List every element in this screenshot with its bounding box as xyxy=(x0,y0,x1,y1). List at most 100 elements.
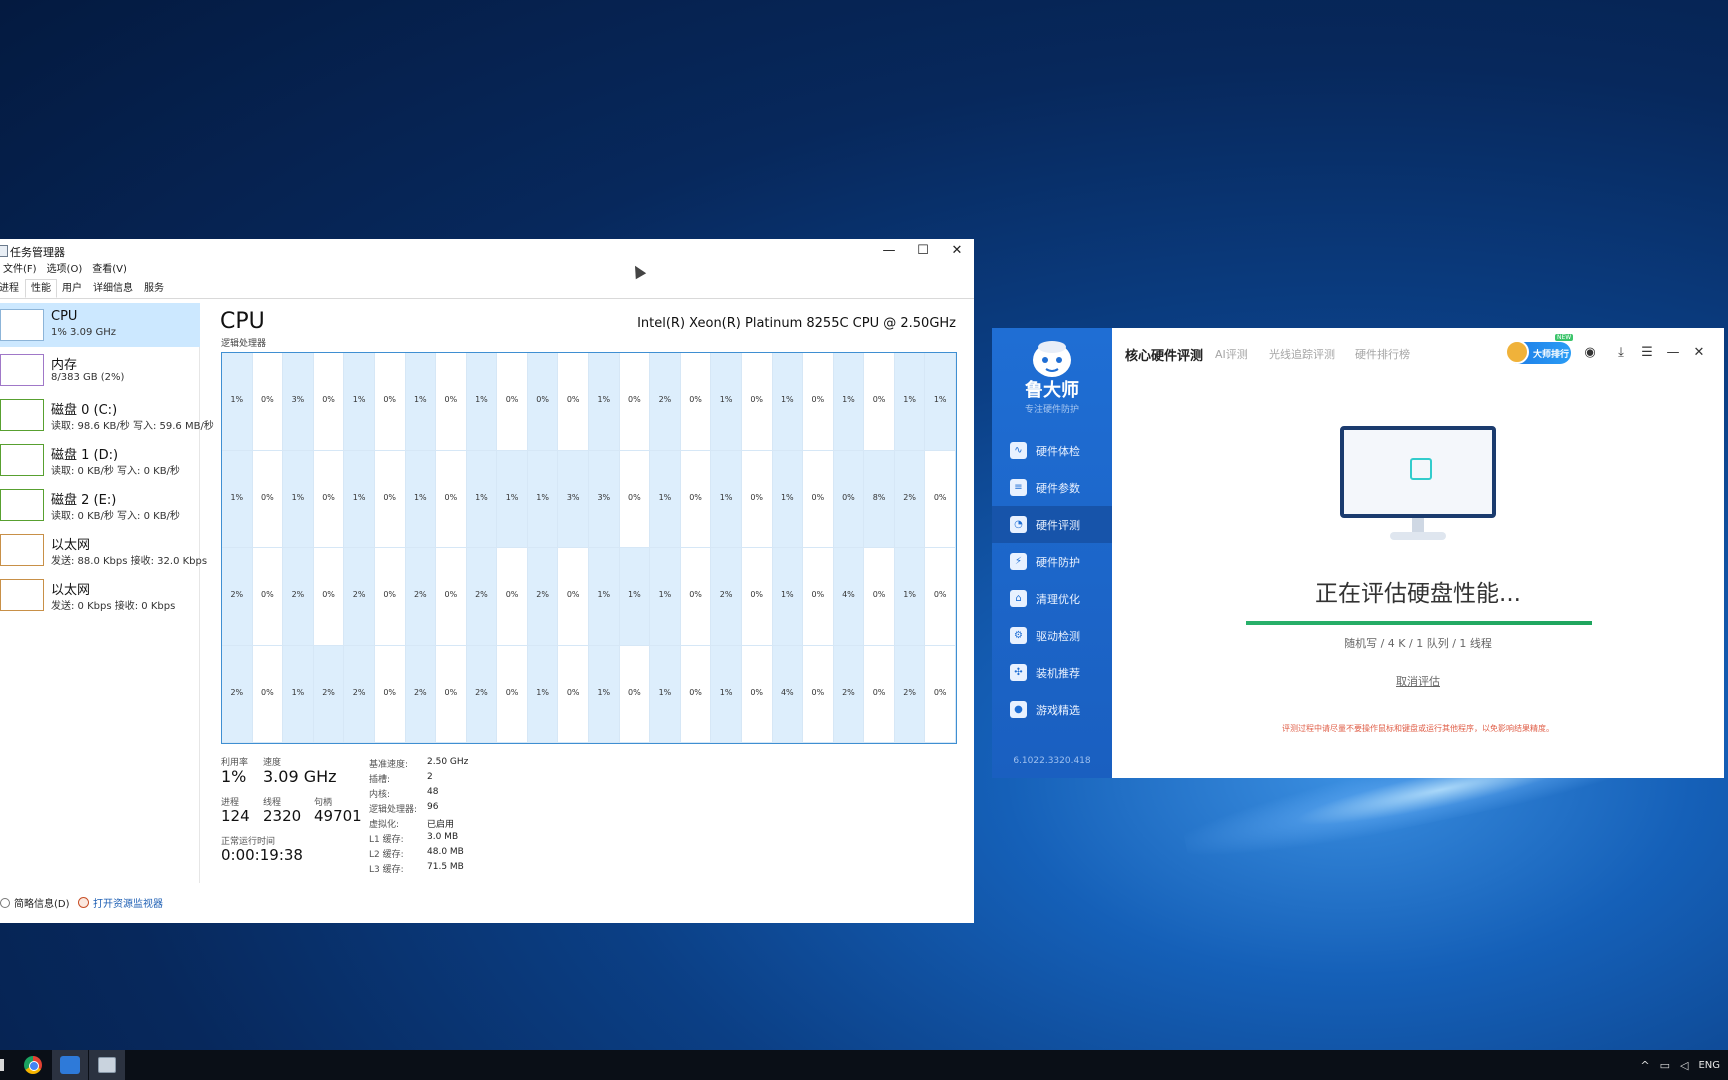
nav-cleanup[interactable]: ⌂ 清理优化 xyxy=(992,580,1112,617)
minimize-icon[interactable]: — xyxy=(1664,344,1682,362)
tab-raytracing-benchmark[interactable]: 光线追踪评测 xyxy=(1269,346,1335,362)
monitor-stand xyxy=(1412,518,1424,532)
processor-usage: 1% xyxy=(475,395,488,405)
sidebar-item-sub: 读取: 0 KB/秒 写入: 0 KB/秒 xyxy=(51,511,180,522)
menu-view[interactable]: 查看(V) xyxy=(87,261,132,279)
download-icon[interactable]: ⤓ xyxy=(1612,344,1630,362)
fan-icon: ✣ xyxy=(1010,664,1027,681)
processor-usage: 0% xyxy=(842,492,855,502)
sidebar-item-ethernet-2[interactable]: 以太网 发送: 0 Kbps 接收: 0 Kbps xyxy=(0,573,200,617)
tab-services[interactable]: 服务 xyxy=(139,279,170,298)
nav-hardware-protection[interactable]: ⚡ 硬件防护 xyxy=(992,543,1112,580)
processor-usage: 2% xyxy=(719,590,733,600)
tab-users[interactable]: 用户 xyxy=(57,279,88,298)
processor-usage: 1% xyxy=(352,395,366,405)
processor-usage: 1% xyxy=(597,687,611,697)
logical-processor-cell: 1% xyxy=(650,645,681,743)
task-manager-window[interactable]: 任务管理器 — ☐ ✕ 文件(F) 选项(O) 查看(V) 进程 性能 用户 详… xyxy=(0,239,974,923)
logical-processor-cell: 2% xyxy=(527,548,559,646)
sidebar-item-cpu[interactable]: CPU 1% 3.09 GHz xyxy=(0,303,200,347)
resource-monitor-label: 打开资源监视器 xyxy=(93,899,163,910)
uptime-value: 0:00:19:38 xyxy=(221,846,303,864)
fewer-details-button[interactable]: 简略信息(D) xyxy=(0,895,70,910)
master-ranking-badge[interactable]: 大师排行 NEW xyxy=(1505,334,1574,364)
logical-processor-cell: 0% xyxy=(252,548,284,646)
sidebar-item-disk-0[interactable]: 磁盘 0 (C:) 读取: 98.6 KB/秒 写入: 59.6 MB/秒 xyxy=(0,393,214,437)
logical-processor-cell: 1% xyxy=(527,645,559,743)
ludashi-top-bar: 核心硬件评测 AI评测 光线追踪评测 硬件排行榜 大师排行 NEW ◉ ⤓ ☰ … xyxy=(1112,328,1724,382)
logical-processor-cell: 1% xyxy=(222,353,253,451)
logical-processor-cell: 0% xyxy=(741,645,773,743)
tab-performance[interactable]: 性能 xyxy=(25,279,57,298)
sidebar-item-sub: 发送: 88.0 Kbps 接收: 32.0 Kbps xyxy=(51,556,208,567)
input-language[interactable]: ENG xyxy=(1698,1060,1720,1071)
nav-build-recommend[interactable]: ✣ 装机推荐 xyxy=(992,654,1112,691)
processor-usage: 3% xyxy=(291,395,305,405)
user-avatar-icon[interactable]: ◉ xyxy=(1581,344,1599,362)
taskbar-chrome[interactable] xyxy=(15,1050,51,1080)
volume-icon[interactable]: ◁ xyxy=(1680,1059,1688,1072)
sidebar-item-disk-1[interactable]: 磁盘 1 (D:) 读取: 0 KB/秒 写入: 0 KB/秒 xyxy=(0,438,200,482)
processor-usage: 0% xyxy=(750,492,764,502)
monitor-screen xyxy=(1340,426,1496,518)
nav-game-picks[interactable]: ● 游戏精选 xyxy=(992,691,1112,728)
processor-usage: 2% xyxy=(352,687,366,697)
cancel-evaluation-link[interactable]: 取消评估 xyxy=(1112,673,1724,689)
logical-processor-cell: 0% xyxy=(680,450,712,548)
menu-icon[interactable]: ☰ xyxy=(1638,344,1656,362)
tab-ai-benchmark[interactable]: AI评测 xyxy=(1215,346,1248,362)
tab-processes[interactable]: 进程 xyxy=(0,279,25,298)
processor-usage: 0% xyxy=(322,590,335,600)
sidebar-item-disk-2[interactable]: 磁盘 2 (E:) 读取: 0 KB/秒 写入: 0 KB/秒 xyxy=(0,483,200,527)
logical-processor-cell: 1% xyxy=(527,450,559,548)
processor-usage: 1% xyxy=(658,492,672,502)
sidebar-item-memory[interactable]: 内存 8/383 GB (2%) xyxy=(0,348,200,392)
processor-usage: 1% xyxy=(230,492,244,502)
ludashi-slogan: 专注硬件防护 xyxy=(1024,405,1079,415)
ludashi-window[interactable]: 鲁大师 专注硬件防护 ∿ 硬件体检 ≡ 硬件参数 ◔ 硬件评测 ⚡ 硬件防护 ⌂ 清理优化… xyxy=(992,328,1724,778)
sidebar-item-ethernet-1[interactable]: 以太网 发送: 88.0 Kbps 接收: 32.0 Kbps xyxy=(0,528,207,572)
minimize-button[interactable]: — xyxy=(872,239,906,263)
network-icon[interactable]: ▭ xyxy=(1660,1059,1670,1072)
processor-usage: 0% xyxy=(505,687,519,697)
logical-processor-cell: 0% xyxy=(436,645,467,743)
tray-expand-icon[interactable]: ^ xyxy=(1640,1059,1649,1072)
title-bar[interactable]: 任务管理器 — ☐ ✕ xyxy=(0,239,974,263)
nav-hardware-benchmark[interactable]: ◔ 硬件评测 xyxy=(992,506,1112,543)
tab-hardware-ranking[interactable]: 硬件排行榜 xyxy=(1355,346,1410,362)
menu-options[interactable]: 选项(O) xyxy=(42,261,88,279)
maximize-button[interactable]: ☐ xyxy=(906,239,940,263)
processor-usage: 0% xyxy=(750,687,764,697)
nav-label: 硬件防护 xyxy=(1036,556,1080,569)
processor-usage: 0% xyxy=(811,590,825,600)
taskbar-task-manager[interactable] xyxy=(89,1050,125,1080)
logical-processor-cell: 0% xyxy=(558,353,589,451)
close-icon[interactable]: ✕ xyxy=(1690,344,1708,362)
taskbar-ludashi[interactable] xyxy=(52,1050,88,1080)
menu-file[interactable]: 文件(F) xyxy=(0,261,42,279)
processor-usage: 1% xyxy=(230,395,244,405)
logical-processor-cell: 1% xyxy=(497,450,528,548)
logical-processor-cell: 1% xyxy=(619,548,651,646)
logical-processor-cell: 1% xyxy=(589,548,620,646)
gear-icon: ⚙ xyxy=(1010,627,1027,644)
logical-processor-cell: 0% xyxy=(252,353,284,451)
speed-value: 3.09 GHz xyxy=(263,767,337,786)
evaluation-detail: 随机写 / 4 K / 1 队列 / 1 线程 xyxy=(1344,637,1492,650)
nav-hardware-params[interactable]: ≡ 硬件参数 xyxy=(992,469,1112,506)
nav-driver-check[interactable]: ⚙ 驱动检测 xyxy=(992,617,1112,654)
logical-processor-cell: 0% xyxy=(374,548,406,646)
tab-core-benchmark[interactable]: 核心硬件评测 xyxy=(1125,345,1203,364)
tab-details[interactable]: 详细信息 xyxy=(88,279,139,298)
open-resource-monitor-link[interactable]: 打开资源监视器 xyxy=(78,895,163,910)
spec-value: 2 xyxy=(427,772,433,782)
ludashi-brand: 鲁大师 xyxy=(1025,380,1079,401)
close-button[interactable]: ✕ xyxy=(940,239,974,263)
spec-key: 内核: xyxy=(369,790,391,800)
logical-processor-cell: 2% xyxy=(711,548,742,646)
sidebar-item-label: 内存 xyxy=(51,358,78,373)
processor-usage: 0% xyxy=(322,395,335,405)
ludashi-version: 6.1022.3320.418 xyxy=(1013,756,1091,766)
logical-processor-cell: 0% xyxy=(558,548,589,646)
nav-hardware-checkup[interactable]: ∿ 硬件体检 xyxy=(992,432,1112,469)
